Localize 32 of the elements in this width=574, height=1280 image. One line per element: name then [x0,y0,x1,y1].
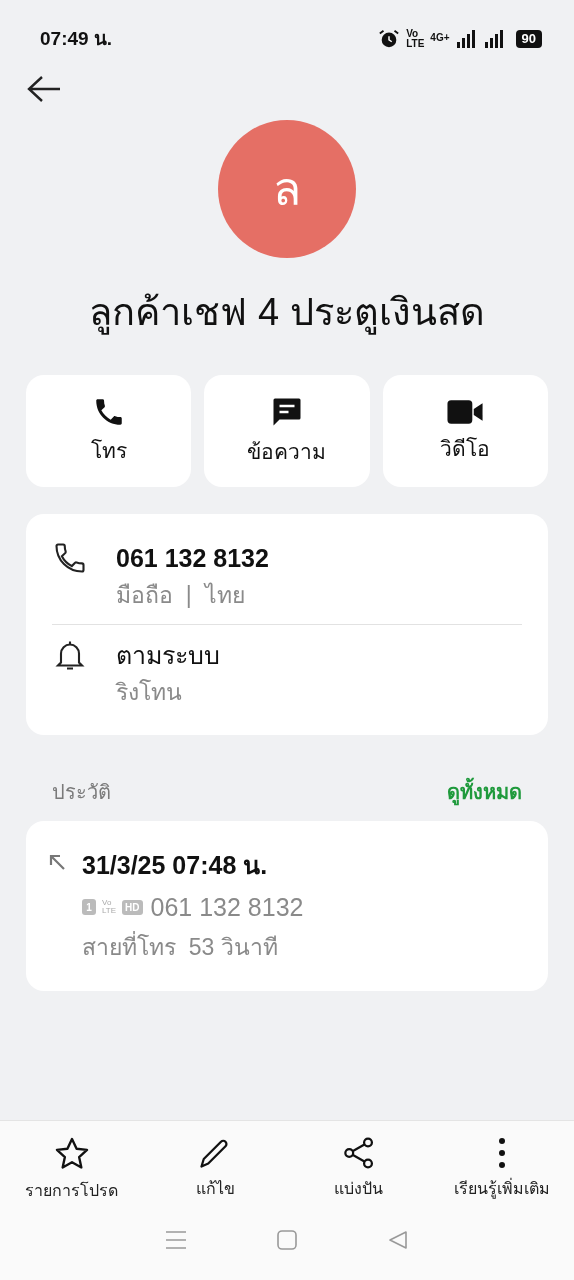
contact-name: ลูกค้าเชฟ 4 ประตูเงินสด [89,290,485,337]
status-time: 07:49 น. [40,26,113,51]
detail-title: 061 132 8132 [116,543,269,574]
video-button[interactable]: วิดีโอ [382,375,548,487]
favorite-button[interactable]: รายการโปรด [0,1135,144,1203]
edit-button[interactable]: แก้ไข [143,1135,287,1203]
history-heading: ประวัติ [52,780,111,805]
share-button[interactable]: แบ่งปัน [287,1135,431,1203]
sim-badge: 1 [82,899,96,916]
signal-icon [455,29,476,49]
detail-subtitle: มือถือ | ไทย [116,580,246,610]
detail-title: ตามระบบ [116,640,220,671]
volte-label: Vo LTE [102,899,117,916]
volte-label: Vo LTE [406,29,425,49]
home-square-icon[interactable] [276,1229,298,1251]
back-triangle-icon[interactable] [387,1229,410,1251]
network-type: 4G+ [430,31,450,45]
detail-subtitle: ริงโทน [116,677,183,707]
outgoing-call-arrow-icon [48,853,66,871]
menu-icon[interactable] [164,1229,187,1251]
call-datetime: 31/3/25 07:48 น. [82,850,269,881]
message-button[interactable]: ข้อความ [204,375,370,487]
contact-avatar: ล [218,120,356,258]
call-number: 061 132 8132 [150,891,304,923]
battery-level: 90 [515,30,542,48]
back-arrow-icon[interactable] [26,74,62,104]
alarm-clock-icon [378,28,401,50]
call-duration: สายที่โทร 53 วินาที [82,930,304,965]
hd-badge: HD [122,899,143,915]
call-button[interactable]: โทร [26,375,192,487]
call-log-card[interactable]: 31/3/25 07:48 น. 1 Vo LTE HD 061 132 8132 สายที่โทร 53 วินาที [26,821,548,991]
more-button[interactable]: เรียนรู้เพิ่มเติม [430,1135,574,1203]
